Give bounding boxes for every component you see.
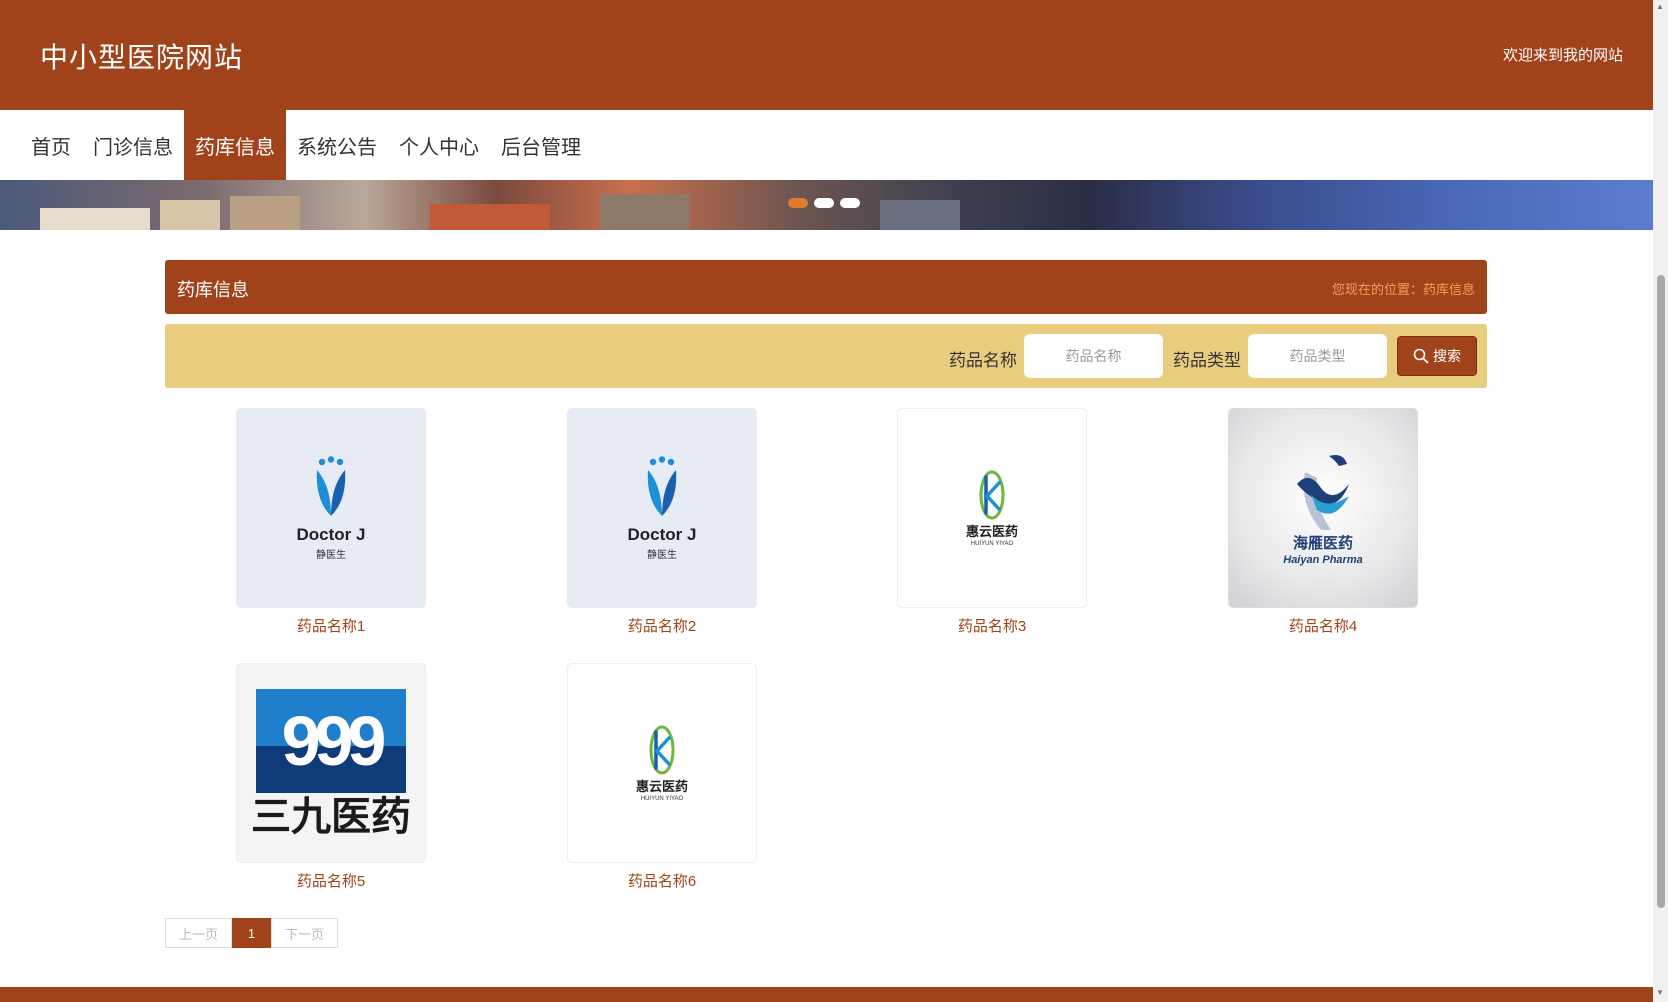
drug-image[interactable]: Doctor J 静医生 bbox=[236, 408, 426, 608]
drug-image[interactable]: Doctor J 静医生 bbox=[567, 408, 757, 608]
scroll-down-arrow-icon[interactable]: ▼ bbox=[1656, 988, 1664, 997]
drug-card[interactable]: Doctor J 静医生 药品名称1 bbox=[236, 408, 426, 636]
main-nav: 首页 门诊信息 药库信息 系统公告 个人中心 后台管理 bbox=[0, 110, 1653, 180]
banner-building bbox=[600, 194, 690, 230]
drug-name-input[interactable] bbox=[1024, 334, 1163, 378]
nav-item-admin[interactable]: 后台管理 bbox=[490, 110, 592, 180]
banner-building bbox=[160, 200, 220, 230]
section-title: 药库信息 bbox=[177, 280, 249, 300]
breadcrumb: 您现在的位置：药库信息 bbox=[1331, 282, 1475, 297]
nav-item-pharmacy[interactable]: 药库信息 bbox=[184, 110, 286, 180]
drug-logo-brand: 999 bbox=[281, 702, 387, 780]
top-header: 中小型医院网站 欢迎来到我的网站 bbox=[0, 0, 1653, 110]
carousel-dot[interactable] bbox=[814, 198, 834, 208]
drug-card[interactable]: 惠云医药 HUIYUN YIYAO 药品名称6 bbox=[567, 663, 757, 891]
site-title[interactable]: 中小型医院网站 bbox=[40, 36, 243, 76]
banner-building bbox=[880, 200, 960, 230]
drug-type-label: 药品类型 bbox=[1173, 351, 1241, 370]
search-bar: 药品名称 药品类型 搜索 bbox=[165, 324, 1487, 388]
drug-card[interactable]: 惠云医药 HUIYUN YIYAO 药品名称3 bbox=[897, 408, 1087, 636]
drug-name-link[interactable]: 药品名称1 bbox=[236, 615, 426, 636]
haiyan-logo-icon bbox=[1297, 455, 1349, 530]
drug-name-link[interactable]: 药品名称2 bbox=[567, 615, 757, 636]
drug-logo-sub: HUIYUN YIYAO bbox=[970, 541, 1014, 547]
drug-logo-brand: Doctor J bbox=[296, 524, 366, 544]
drug-logo-brand: 惠云医药 bbox=[635, 779, 688, 794]
page: 中小型医院网站 欢迎来到我的网站 首页 门诊信息 药库信息 系统公告 个人中心 … bbox=[0, 0, 1653, 1002]
nav-item-clinic[interactable]: 门诊信息 bbox=[82, 110, 184, 180]
doctor-j-logo-icon bbox=[316, 455, 346, 516]
drug-card[interactable]: Doctor J 静医生 药品名称2 bbox=[567, 408, 757, 636]
drug-name-link[interactable]: 药品名称3 bbox=[897, 615, 1087, 636]
drug-logo-sub: 静医生 bbox=[316, 549, 346, 561]
search-icon bbox=[1413, 348, 1429, 364]
section-header: 药库信息 您现在的位置：药库信息 bbox=[165, 260, 1487, 314]
drug-logo-sub: 静医生 bbox=[647, 549, 677, 561]
banner-building bbox=[430, 204, 550, 230]
scrollbar-thumb[interactable] bbox=[1657, 275, 1665, 908]
banner-carousel bbox=[0, 180, 1653, 230]
welcome-text: 欢迎来到我的网站 bbox=[1502, 47, 1623, 64]
drug-card[interactable]: 999 三九医药 药品名称5 bbox=[236, 663, 426, 891]
sanjiu-logo-block: 999 bbox=[256, 689, 406, 793]
page-number-button[interactable]: 1 bbox=[232, 918, 271, 948]
drug-image[interactable]: 海雁医药 Haiyan Pharma bbox=[1228, 408, 1418, 608]
nav-item-profile[interactable]: 个人中心 bbox=[388, 110, 490, 180]
prev-page-button[interactable]: 上一页 bbox=[165, 918, 232, 948]
drug-name-link[interactable]: 药品名称4 bbox=[1228, 615, 1418, 636]
drug-name-link[interactable]: 药品名称6 bbox=[567, 870, 757, 891]
carousel-dot[interactable] bbox=[840, 198, 860, 208]
drug-type-input[interactable] bbox=[1248, 334, 1387, 378]
drug-image[interactable]: 惠云医药 HUIYUN YIYAO bbox=[567, 663, 757, 863]
drug-image[interactable]: 999 三九医药 bbox=[236, 663, 426, 863]
carousel-dot[interactable] bbox=[788, 198, 808, 208]
banner-building bbox=[230, 196, 300, 230]
pagination: 上一页 1 下一页 bbox=[165, 918, 338, 948]
drug-logo-brand: 惠云医药 bbox=[965, 524, 1018, 539]
nav-item-notice[interactable]: 系统公告 bbox=[286, 110, 388, 180]
drug-logo-sub: HUIYUN YIYAO bbox=[640, 796, 684, 802]
huiyun-logo-icon bbox=[979, 470, 1005, 520]
page-scrollbar[interactable]: ▲ ▼ bbox=[1653, 0, 1668, 1002]
drug-name-label: 药品名称 bbox=[949, 351, 1017, 370]
carousel-indicators bbox=[788, 198, 860, 208]
drug-logo-sub: Haiyan Pharma bbox=[1283, 554, 1363, 566]
banner-building bbox=[40, 208, 150, 230]
scroll-up-arrow-icon[interactable]: ▲ bbox=[1656, 2, 1664, 11]
huiyun-logo-icon bbox=[649, 725, 675, 775]
doctor-j-logo-icon bbox=[647, 455, 677, 516]
next-page-button[interactable]: 下一页 bbox=[271, 918, 338, 948]
drug-logo-brand: 海雁医药 bbox=[1292, 535, 1353, 552]
drug-logo-sub: 三九医药 bbox=[251, 795, 411, 839]
drug-card[interactable]: 海雁医药 Haiyan Pharma 药品名称4 bbox=[1228, 408, 1418, 636]
nav-item-home[interactable]: 首页 bbox=[20, 110, 82, 180]
search-button-label: 搜索 bbox=[1433, 348, 1461, 364]
footer-bar bbox=[0, 987, 1653, 1002]
search-button[interactable]: 搜索 bbox=[1397, 336, 1477, 376]
drug-image[interactable]: 惠云医药 HUIYUN YIYAO bbox=[897, 408, 1087, 608]
drug-logo-brand: Doctor J bbox=[627, 524, 697, 544]
drug-name-link[interactable]: 药品名称5 bbox=[236, 870, 426, 891]
